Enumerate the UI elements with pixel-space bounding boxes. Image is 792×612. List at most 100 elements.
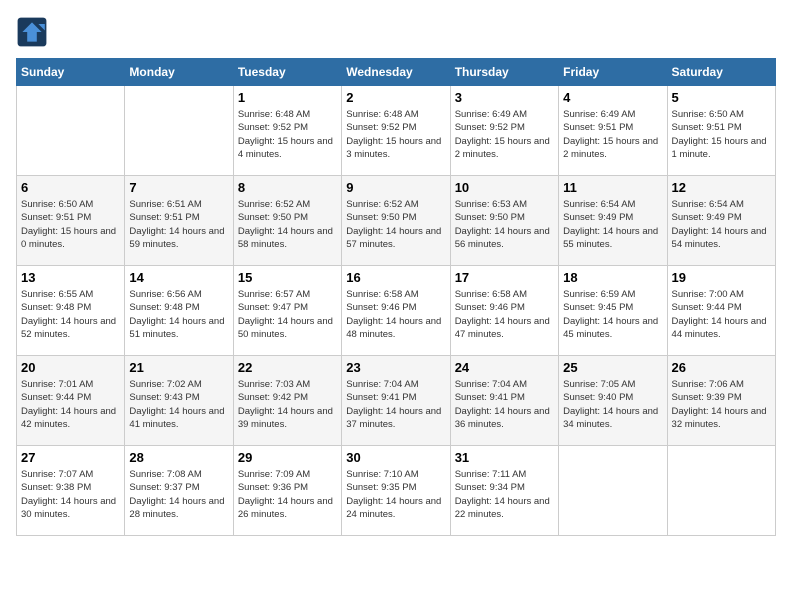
calendar-cell: 17 Sunrise: 6:58 AM Sunset: 9:46 PM Dayli…: [450, 266, 558, 356]
calendar-cell: 4Sunrise: 6:49 AM Sunset: 9:51 PM Daylig…: [559, 86, 667, 176]
day-info: Sunrise: 7:03 AM Sunset: 9:42 PM Dayligh…: [238, 378, 337, 431]
day-number: 15: [238, 270, 337, 285]
calendar-week-3: 13 Sunrise: 6:55 AM Sunset: 9:48 PM Dayli…: [17, 266, 776, 356]
day-info: Sunrise: 6:55 AM Sunset: 9:48 PM Dayligh…: [21, 288, 120, 341]
day-info: Sunrise: 6:53 AM Sunset: 9:50 PM Dayligh…: [455, 198, 554, 251]
calendar-cell: [125, 86, 233, 176]
day-info: Sunrise: 7:02 AM Sunset: 9:43 PM Dayligh…: [129, 378, 228, 431]
day-info: Sunrise: 6:51 AM Sunset: 9:51 PM Dayligh…: [129, 198, 228, 251]
header-wednesday: Wednesday: [342, 59, 450, 86]
day-info: Sunrise: 6:54 AM Sunset: 9:49 PM Dayligh…: [672, 198, 771, 251]
day-number: 9: [346, 180, 445, 195]
day-info: Sunrise: 6:48 AM Sunset: 9:52 PM Dayligh…: [238, 108, 337, 161]
day-number: 19: [672, 270, 771, 285]
calendar-cell: 18 Sunrise: 6:59 AM Sunset: 9:45 PM Dayli…: [559, 266, 667, 356]
calendar-cell: 26 Sunrise: 7:06 AM Sunset: 9:39 PM Dayli…: [667, 356, 775, 446]
day-number: 3: [455, 90, 554, 105]
logo: [16, 16, 52, 48]
header-saturday: Saturday: [667, 59, 775, 86]
calendar-cell: [667, 446, 775, 536]
day-number: 26: [672, 360, 771, 375]
calendar-cell: 29 Sunrise: 7:09 AM Sunset: 9:36 PM Dayli…: [233, 446, 341, 536]
calendar-cell: 28Sunrise: 7:08 AM Sunset: 9:37 PM Dayli…: [125, 446, 233, 536]
day-info: Sunrise: 6:50 AM Sunset: 9:51 PM Dayligh…: [21, 198, 120, 251]
calendar-cell: 6 Sunrise: 6:50 AM Sunset: 9:51 PM Daylig…: [17, 176, 125, 266]
day-info: Sunrise: 6:54 AM Sunset: 9:49 PM Dayligh…: [563, 198, 662, 251]
day-number: 1: [238, 90, 337, 105]
day-number: 10: [455, 180, 554, 195]
day-number: 13: [21, 270, 120, 285]
day-info: Sunrise: 7:08 AM Sunset: 9:37 PM Dayligh…: [129, 468, 228, 521]
day-info: Sunrise: 7:09 AM Sunset: 9:36 PM Dayligh…: [238, 468, 337, 521]
day-number: 29: [238, 450, 337, 465]
calendar-cell: [17, 86, 125, 176]
day-number: 22: [238, 360, 337, 375]
day-info: Sunrise: 6:52 AM Sunset: 9:50 PM Dayligh…: [346, 198, 445, 251]
calendar-cell: 22 Sunrise: 7:03 AM Sunset: 9:42 PM Dayli…: [233, 356, 341, 446]
day-number: 17: [455, 270, 554, 285]
day-number: 18: [563, 270, 662, 285]
logo-icon: [16, 16, 48, 48]
day-info: Sunrise: 7:01 AM Sunset: 9:44 PM Dayligh…: [21, 378, 120, 431]
day-number: 5: [672, 90, 771, 105]
day-info: Sunrise: 7:11 AM Sunset: 9:34 PM Dayligh…: [455, 468, 554, 521]
day-number: 27: [21, 450, 120, 465]
day-number: 16: [346, 270, 445, 285]
calendar-cell: 25Sunrise: 7:05 AM Sunset: 9:40 PM Dayli…: [559, 356, 667, 446]
header-sunday: Sunday: [17, 59, 125, 86]
day-info: Sunrise: 6:59 AM Sunset: 9:45 PM Dayligh…: [563, 288, 662, 341]
calendar-cell: 20 Sunrise: 7:01 AM Sunset: 9:44 PM Dayli…: [17, 356, 125, 446]
calendar-week-2: 6 Sunrise: 6:50 AM Sunset: 9:51 PM Daylig…: [17, 176, 776, 266]
calendar-cell: 27Sunrise: 7:07 AM Sunset: 9:38 PM Dayli…: [17, 446, 125, 536]
page-header: [16, 16, 776, 48]
calendar-week-5: 27Sunrise: 7:07 AM Sunset: 9:38 PM Dayli…: [17, 446, 776, 536]
calendar-cell: 3 Sunrise: 6:49 AM Sunset: 9:52 PM Daylig…: [450, 86, 558, 176]
day-info: Sunrise: 6:58 AM Sunset: 9:46 PM Dayligh…: [455, 288, 554, 341]
calendar-cell: 2 Sunrise: 6:48 AM Sunset: 9:52 PM Daylig…: [342, 86, 450, 176]
day-info: Sunrise: 6:56 AM Sunset: 9:48 PM Dayligh…: [129, 288, 228, 341]
day-info: Sunrise: 6:58 AM Sunset: 9:46 PM Dayligh…: [346, 288, 445, 341]
day-info: Sunrise: 7:10 AM Sunset: 9:35 PM Dayligh…: [346, 468, 445, 521]
day-info: Sunrise: 6:52 AM Sunset: 9:50 PM Dayligh…: [238, 198, 337, 251]
day-info: Sunrise: 6:48 AM Sunset: 9:52 PM Dayligh…: [346, 108, 445, 161]
header-monday: Monday: [125, 59, 233, 86]
day-info: Sunrise: 6:50 AM Sunset: 9:51 PM Dayligh…: [672, 108, 771, 161]
header-friday: Friday: [559, 59, 667, 86]
header-thursday: Thursday: [450, 59, 558, 86]
calendar-cell: 12 Sunrise: 6:54 AM Sunset: 9:49 PM Dayli…: [667, 176, 775, 266]
day-number: 8: [238, 180, 337, 195]
header-tuesday: Tuesday: [233, 59, 341, 86]
day-number: 12: [672, 180, 771, 195]
calendar-cell: 15 Sunrise: 6:57 AM Sunset: 9:47 PM Dayli…: [233, 266, 341, 356]
day-number: 25: [563, 360, 662, 375]
calendar-cell: 9 Sunrise: 6:52 AM Sunset: 9:50 PM Daylig…: [342, 176, 450, 266]
day-number: 7: [129, 180, 228, 195]
calendar-week-1: 1 Sunrise: 6:48 AM Sunset: 9:52 PM Daylig…: [17, 86, 776, 176]
calendar-cell: 1 Sunrise: 6:48 AM Sunset: 9:52 PM Daylig…: [233, 86, 341, 176]
calendar-cell: 10 Sunrise: 6:53 AM Sunset: 9:50 PM Dayli…: [450, 176, 558, 266]
calendar-cell: 24 Sunrise: 7:04 AM Sunset: 9:41 PM Dayli…: [450, 356, 558, 446]
day-number: 2: [346, 90, 445, 105]
day-number: 24: [455, 360, 554, 375]
day-number: 14: [129, 270, 228, 285]
calendar-cell: 7 Sunrise: 6:51 AM Sunset: 9:51 PM Daylig…: [125, 176, 233, 266]
day-info: Sunrise: 6:57 AM Sunset: 9:47 PM Dayligh…: [238, 288, 337, 341]
calendar-week-4: 20 Sunrise: 7:01 AM Sunset: 9:44 PM Dayli…: [17, 356, 776, 446]
calendar-cell: 21 Sunrise: 7:02 AM Sunset: 9:43 PM Dayli…: [125, 356, 233, 446]
calendar-cell: 19 Sunrise: 7:00 AM Sunset: 9:44 PM Dayli…: [667, 266, 775, 356]
day-info: Sunrise: 7:00 AM Sunset: 9:44 PM Dayligh…: [672, 288, 771, 341]
day-info: Sunrise: 6:49 AM Sunset: 9:52 PM Dayligh…: [455, 108, 554, 161]
calendar-header-row: SundayMondayTuesdayWednesdayThursdayFrid…: [17, 59, 776, 86]
calendar-cell: 16 Sunrise: 6:58 AM Sunset: 9:46 PM Dayli…: [342, 266, 450, 356]
day-info: Sunrise: 7:04 AM Sunset: 9:41 PM Dayligh…: [455, 378, 554, 431]
day-number: 31: [455, 450, 554, 465]
day-info: Sunrise: 7:06 AM Sunset: 9:39 PM Dayligh…: [672, 378, 771, 431]
day-info: Sunrise: 6:49 AM Sunset: 9:51 PM Dayligh…: [563, 108, 662, 161]
day-number: 11: [563, 180, 662, 195]
calendar-cell: 14 Sunrise: 6:56 AM Sunset: 9:48 PM Dayli…: [125, 266, 233, 356]
day-number: 6: [21, 180, 120, 195]
day-number: 20: [21, 360, 120, 375]
calendar-cell: 30Sunrise: 7:10 AM Sunset: 9:35 PM Dayli…: [342, 446, 450, 536]
day-number: 21: [129, 360, 228, 375]
day-info: Sunrise: 7:04 AM Sunset: 9:41 PM Dayligh…: [346, 378, 445, 431]
